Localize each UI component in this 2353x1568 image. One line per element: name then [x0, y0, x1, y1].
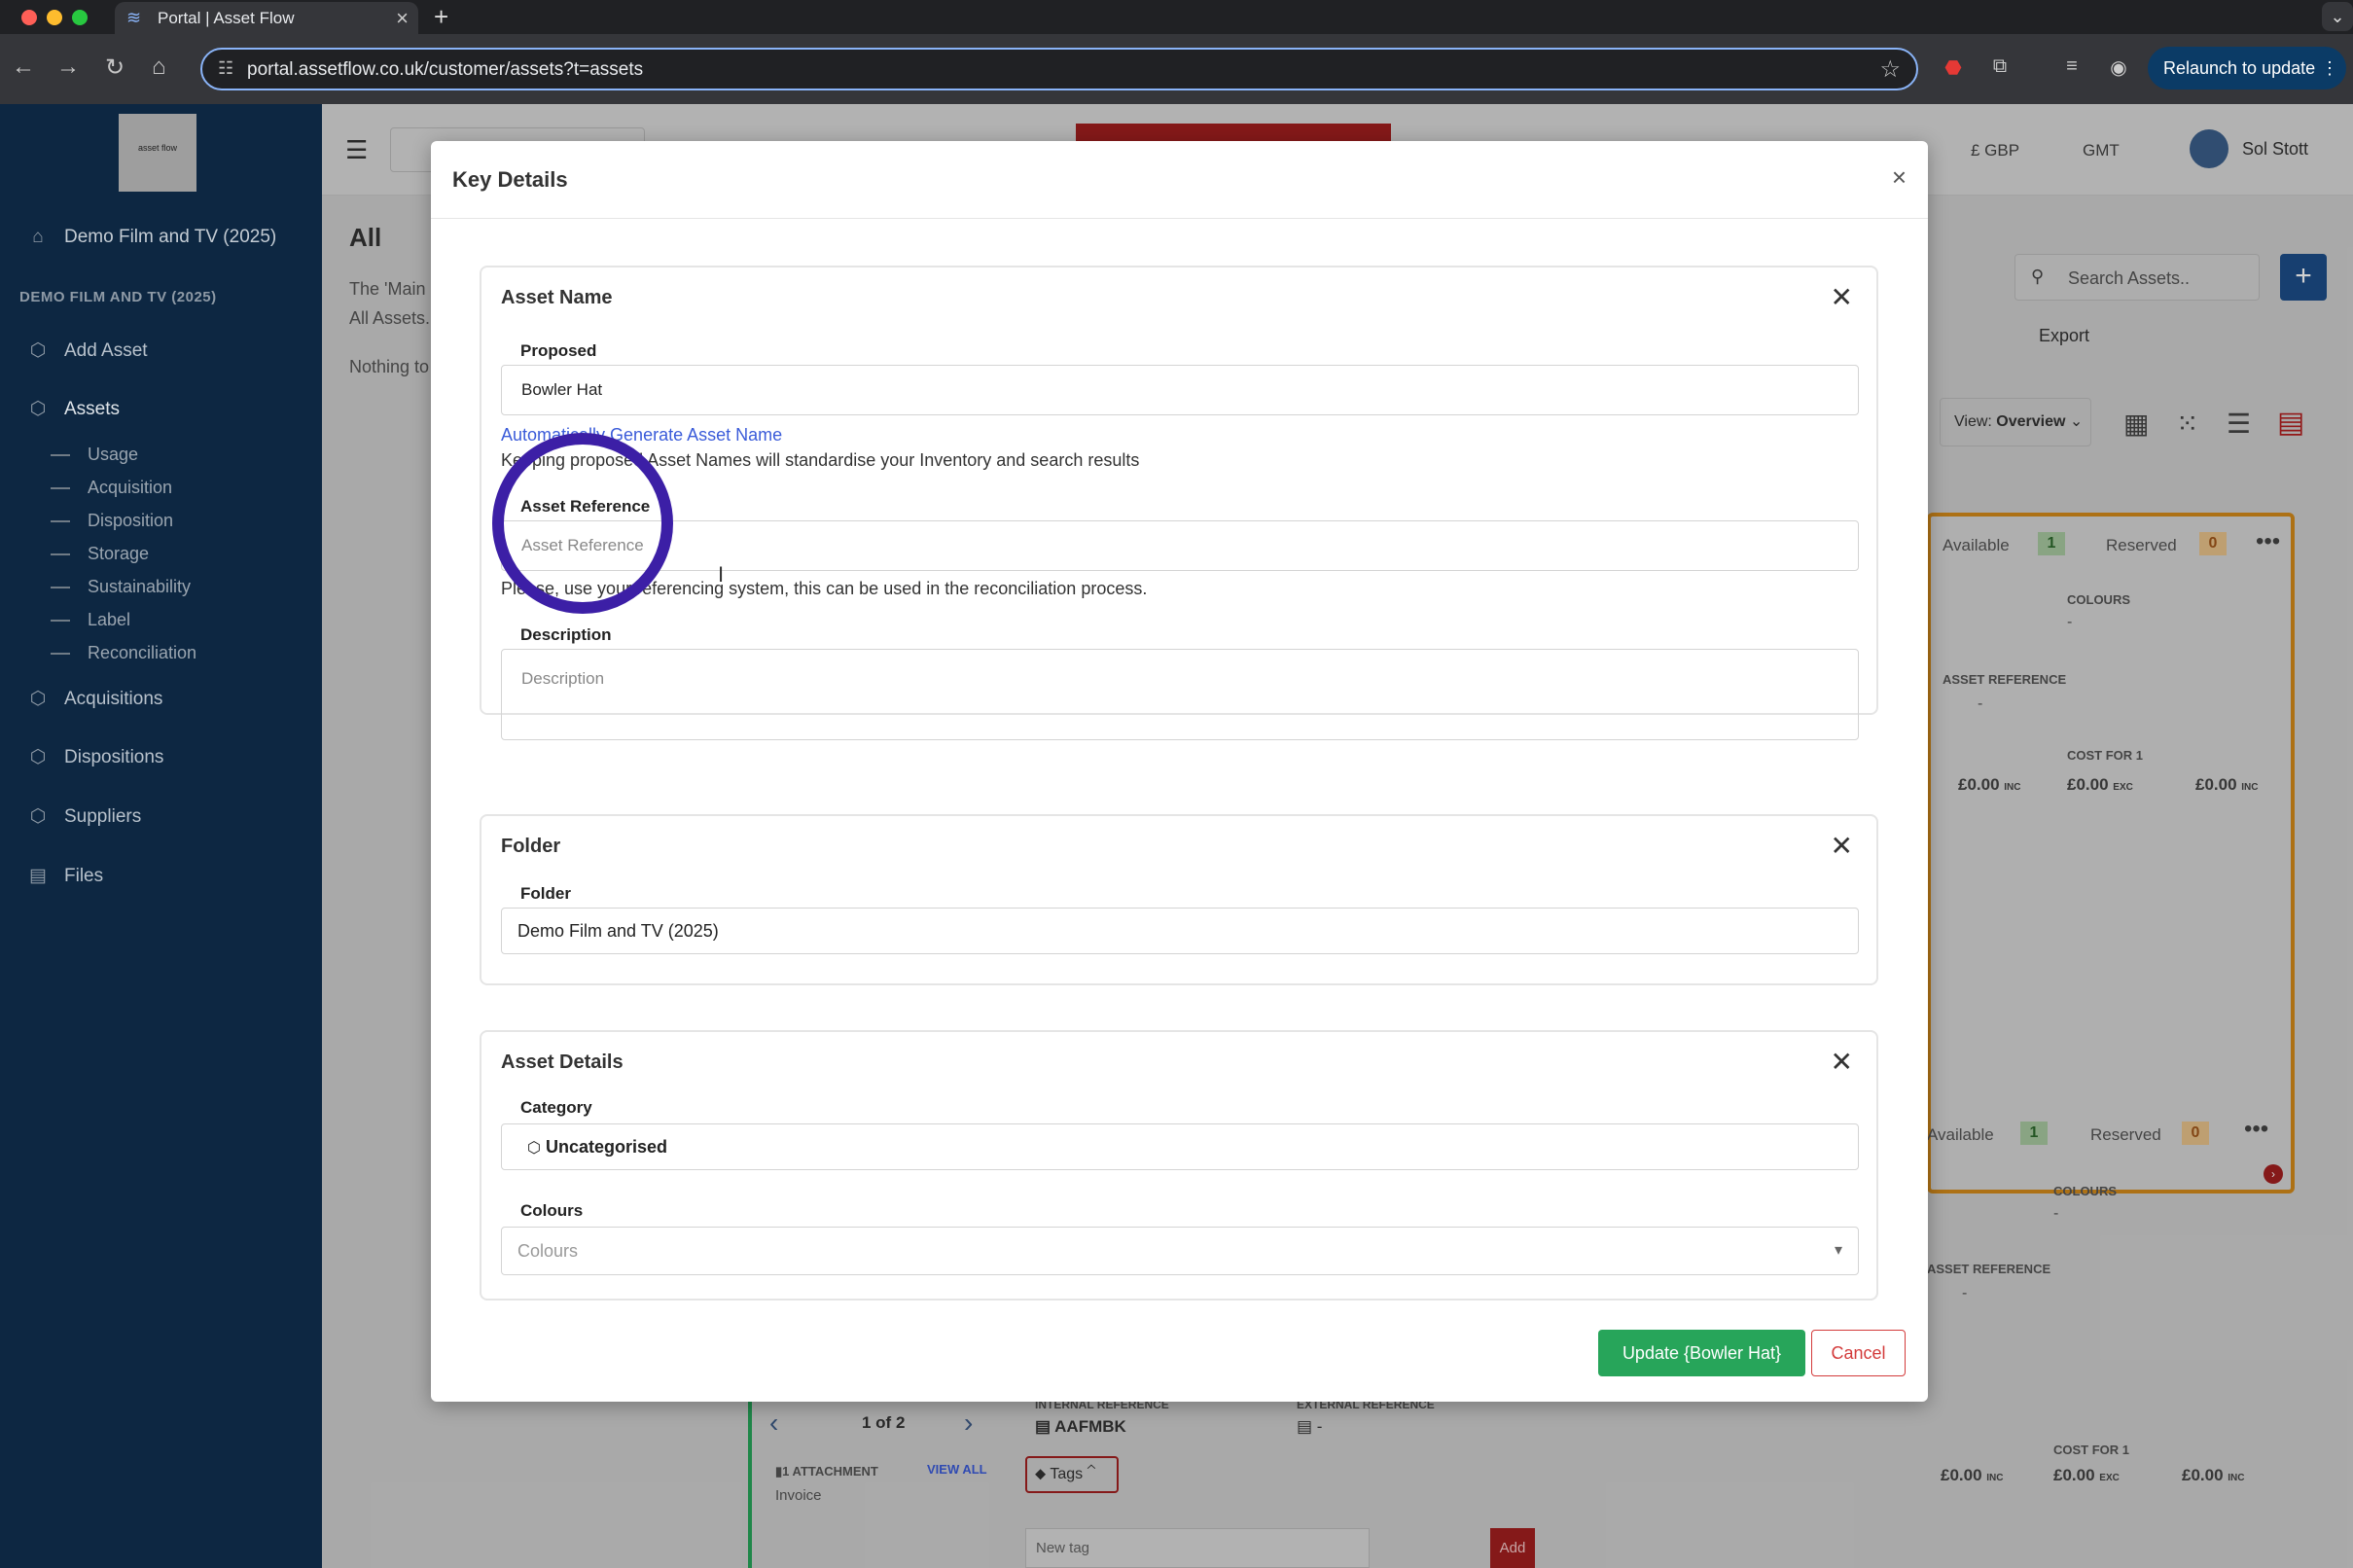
sidebar-item-home[interactable]: ⌂ Demo Film and TV (2025) [25, 227, 276, 248]
back-icon[interactable]: ← [12, 53, 35, 81]
profile-avatar-icon[interactable]: ◉ [2107, 55, 2130, 79]
extension-shield-icon[interactable]: ⬣ [1942, 55, 1965, 79]
home-icon: ⌂ [32, 227, 44, 247]
bookmark-star-icon[interactable]: ☆ [1879, 55, 1901, 84]
proposed-label: Proposed [520, 341, 597, 360]
asset-name-panel: Asset Name ✕ Proposed Bowler Hat Automat… [480, 266, 1878, 740]
sidebar-item-files[interactable]: ▤ Files [25, 865, 103, 887]
proposed-name-input[interactable]: Bowler Hat [501, 365, 1859, 415]
sidebar-item-dispositions[interactable]: ⬡ Dispositions [25, 746, 164, 768]
maximize-window-icon[interactable] [72, 10, 88, 25]
modal-header: Key Details × [431, 141, 1928, 219]
cancel-button[interactable]: Cancel [1811, 1330, 1906, 1376]
sidebar-subitem-disposition[interactable]: Disposition [51, 511, 173, 531]
more-menu-icon[interactable]: ⋮ [2321, 47, 2338, 89]
browser-tab[interactable]: ≋ Portal | Asset Flow × [115, 2, 418, 34]
folder-panel-close-icon[interactable]: ✕ [1831, 830, 1853, 862]
folder-select[interactable]: Demo Film and TV (2025) [501, 908, 1859, 954]
box-icon: ⬡ [29, 747, 47, 767]
sidebar-acquisitions-label: Acquisitions [64, 689, 163, 709]
text-cursor-icon: I [718, 562, 725, 587]
sidebar-item-suppliers[interactable]: ⬡ Suppliers [25, 805, 142, 828]
extensions-puzzle-icon[interactable]: ⧉ [1988, 55, 2012, 79]
category-box-icon: ⬡ [527, 1140, 541, 1157]
sidebar-subitem-acquisition[interactable]: Acquisition [51, 478, 172, 498]
sidebar-assets-label: Assets [64, 399, 121, 419]
sidebar-section-title: DEMO FILM AND TV (2025) [19, 289, 217, 305]
close-window-icon[interactable] [21, 10, 37, 25]
assetflow-favicon-icon: ≋ [126, 8, 142, 27]
close-tab-icon[interactable]: × [396, 6, 409, 31]
key-details-modal: Key Details × Asset Name ✕ Proposed Bowl… [431, 141, 1928, 1402]
chevron-down-icon: ▾ [1834, 1242, 1842, 1259]
sidebar-subitem-storage[interactable]: Storage [51, 544, 149, 564]
sidebar-subitem-label: Acquisition [88, 478, 173, 497]
asset-details-panel: Asset Details ✕ Category ⬡ Uncategorised… [480, 1030, 1878, 1301]
media-controls-icon[interactable]: ≡ [2060, 55, 2084, 79]
sidebar-item-add-asset[interactable]: ⬡ Add Asset [25, 339, 148, 362]
sidebar-subitem-label: Usage [88, 445, 139, 464]
url-text: portal.assetflow.co.uk/customer/assets?t… [247, 59, 644, 80]
highlight-ring-annotation [492, 433, 673, 614]
sidebar-subitem-label: Storage [88, 544, 150, 563]
minimize-window-icon[interactable] [47, 10, 62, 25]
box-icon: ⬡ [29, 689, 47, 709]
reload-icon[interactable]: ↻ [105, 53, 125, 82]
sidebar-subitem-label: Label [88, 610, 131, 629]
box-icon: ⬡ [29, 340, 47, 361]
sidebar-subitem-reconciliation[interactable]: Reconciliation [51, 643, 196, 663]
sidebar-dispositions-label: Dispositions [64, 747, 164, 767]
asset-reference-input[interactable]: Asset Reference [501, 520, 1859, 571]
sidebar-add-asset-label: Add Asset [64, 340, 148, 361]
file-icon: ▤ [29, 866, 47, 886]
sidebar-subitem-sustainability[interactable]: Sustainability [51, 577, 191, 597]
asset-details-panel-close-icon[interactable]: ✕ [1831, 1046, 1853, 1078]
sidebar-files-label: Files [64, 866, 104, 886]
tab-search-icon[interactable]: ⌄ [2322, 2, 2353, 31]
modal-close-icon[interactable]: × [1892, 162, 1907, 193]
folder-panel: Folder ✕ Folder Demo Film and TV (2025) [480, 814, 1878, 985]
relaunch-button[interactable]: Relaunch to update ⋮ [2148, 47, 2346, 89]
folder-label: Folder [520, 884, 571, 903]
update-button[interactable]: Update {Bowler Hat} [1598, 1330, 1805, 1376]
browser-toolbar: ← → ↻ ⌂ ☷ portal.assetflow.co.uk/custome… [0, 34, 2353, 104]
category-label: Category [520, 1098, 592, 1117]
sidebar-item-acquisitions[interactable]: ⬡ Acquisitions [25, 688, 163, 710]
asset-name-panel-close-icon[interactable]: ✕ [1831, 281, 1853, 313]
address-bar[interactable]: ☷ portal.assetflow.co.uk/customer/assets… [200, 48, 1918, 90]
sidebar-suppliers-label: Suppliers [64, 806, 142, 827]
tab-title: Portal | Asset Flow [158, 9, 295, 27]
new-tab-icon[interactable]: + [434, 2, 448, 32]
sidebar-subitem-label: Disposition [88, 511, 174, 530]
category-select[interactable]: ⬡ Uncategorised [501, 1123, 1859, 1170]
modal-title: Key Details [452, 167, 568, 192]
colours-label: Colours [520, 1201, 584, 1220]
sidebar: asset flow ⌂ Demo Film and TV (2025) DEMO… [0, 104, 322, 1568]
site-settings-icon[interactable]: ☷ [218, 58, 233, 79]
sidebar-subitem-label-page[interactable]: Label [51, 610, 130, 630]
colours-placeholder: Colours [517, 1241, 579, 1261]
sidebar-subitem-usage[interactable]: Usage [51, 445, 138, 465]
colours-select[interactable]: Colours ▾ [501, 1227, 1859, 1275]
sidebar-home-label: Demo Film and TV (2025) [64, 227, 277, 247]
description-textarea[interactable]: Description [501, 649, 1859, 740]
sidebar-item-assets[interactable]: ⬡ Assets [25, 398, 120, 420]
company-logo: asset flow [119, 114, 196, 192]
category-value: Uncategorised [545, 1137, 668, 1157]
description-label: Description [520, 625, 612, 644]
sidebar-subitem-label: Sustainability [88, 577, 192, 596]
box-icon: ⬡ [29, 806, 47, 827]
home-icon[interactable]: ⌂ [152, 53, 166, 81]
relaunch-label: Relaunch to update [2163, 58, 2316, 78]
asset-details-panel-title: Asset Details [501, 1051, 624, 1073]
browser-tab-bar: ≋ Portal | Asset Flow × + ⌄ [0, 0, 2353, 34]
folder-panel-title: Folder [501, 836, 561, 857]
sidebar-subitem-label: Reconciliation [88, 643, 197, 662]
asset-name-panel-title: Asset Name [501, 287, 613, 308]
box-icon: ⬡ [29, 399, 47, 419]
forward-icon[interactable]: → [56, 53, 80, 81]
